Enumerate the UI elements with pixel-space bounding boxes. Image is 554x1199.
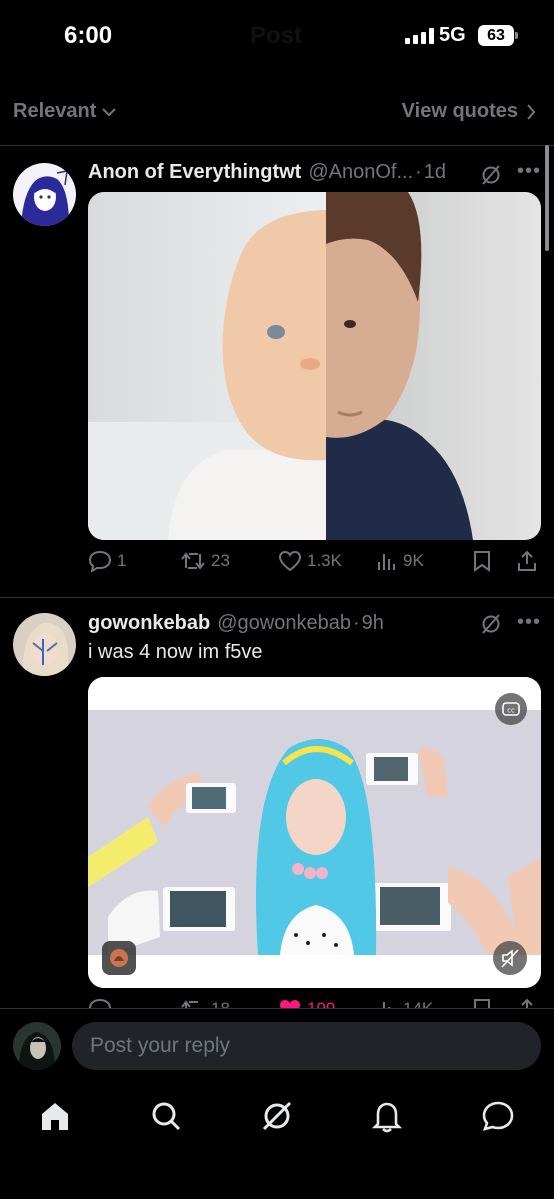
captions-button[interactable]: cc <box>495 693 527 725</box>
notifications-icon <box>371 1102 403 1133</box>
creator-avatar-icon <box>110 949 128 967</box>
avatar[interactable] <box>13 613 76 676</box>
nav-home[interactable] <box>37 1098 73 1134</box>
scrollbar[interactable] <box>545 145 549 251</box>
grok-icon <box>262 1101 292 1131</box>
reply-input[interactable]: Post your reply <box>72 1022 541 1070</box>
nav-messages[interactable] <box>480 1098 516 1134</box>
more-options-icon[interactable]: ••• <box>517 611 541 634</box>
mute-button[interactable] <box>493 941 527 975</box>
home-indicator <box>206 1183 348 1188</box>
author-handle[interactable]: @gowonkebab <box>217 612 351 635</box>
bottom-nav <box>0 1090 554 1150</box>
grok-icon[interactable] <box>480 613 502 635</box>
author-name[interactable]: gowonkebab <box>88 612 210 635</box>
nav-grok[interactable] <box>259 1098 295 1134</box>
post-header: gowonkebab @gowonkebab · 9h <box>88 612 384 635</box>
svg-text:cc: cc <box>507 707 515 715</box>
creator-badge[interactable] <box>102 941 136 975</box>
user-avatar[interactable] <box>13 1022 61 1070</box>
mute-icon <box>501 949 519 968</box>
post-video[interactable]: cc <box>88 677 541 988</box>
separator: · <box>352 612 360 634</box>
post-text: i was 4 now im f5ve <box>88 641 263 663</box>
nav-notifications[interactable] <box>369 1098 405 1134</box>
reply-bar: Post your reply <box>0 1008 554 1088</box>
post-age: 9h <box>361 612 384 634</box>
search-icon <box>152 1102 181 1131</box>
post[interactable]: gowonkebab @gowonkebab · 9h ••• i was 4 … <box>0 0 554 1010</box>
nav-search[interactable] <box>148 1098 184 1134</box>
captions-icon: cc <box>502 702 520 716</box>
messages-icon <box>482 1101 514 1131</box>
home-icon <box>42 1103 68 1130</box>
